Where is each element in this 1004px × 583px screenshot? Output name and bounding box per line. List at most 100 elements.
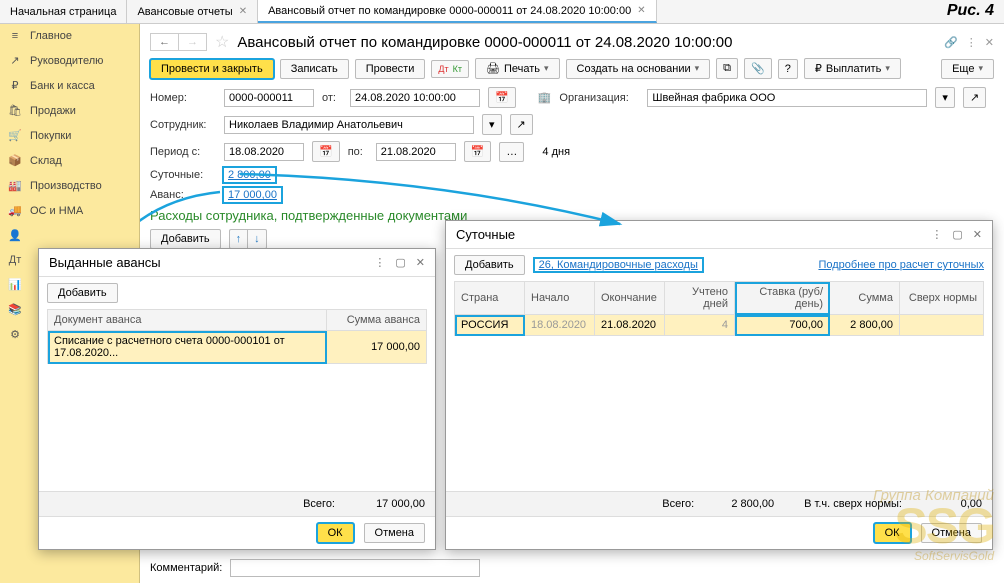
close-icon[interactable]: ✕: [637, 5, 645, 16]
advances-title: Выданные авансы: [49, 255, 161, 270]
advance-link[interactable]: 17 000,00: [224, 188, 281, 202]
maximize-icon[interactable]: ▢: [395, 256, 405, 269]
cancel-button[interactable]: Отмена: [364, 523, 425, 543]
menu-dots-icon[interactable]: ⋮: [931, 228, 942, 241]
dtkt-button[interactable]: ДтКт: [431, 60, 469, 78]
emp-open-button[interactable]: ↗: [510, 114, 533, 135]
star-icon[interactable]: ☆: [215, 32, 229, 52]
help-button[interactable]: ?: [778, 59, 798, 79]
menu-dots-icon[interactable]: ⋮: [374, 256, 385, 269]
period-from-input[interactable]: [224, 143, 304, 161]
org-open-button[interactable]: ↗: [963, 87, 986, 108]
sidebar-item-sales[interactable]: 🛍Продажи: [0, 98, 139, 123]
org-label: Организация:: [559, 92, 639, 104]
comment-label: Комментарий:: [150, 562, 222, 574]
page-title: Авансовый отчет по командировке 0000-000…: [237, 34, 732, 51]
close-icon[interactable]: ✕: [239, 6, 247, 17]
calendar-icon[interactable]: 📅: [488, 87, 516, 108]
nav-back[interactable]: ←: [151, 34, 178, 50]
perdiem-title: Суточные: [456, 227, 515, 242]
col-sum[interactable]: Сумма: [830, 282, 900, 315]
bars-icon: 📊: [8, 278, 22, 291]
nav-fwd[interactable]: →: [178, 34, 206, 50]
post-close-button[interactable]: Провести и закрыть: [150, 59, 274, 79]
perdiem-link[interactable]: 2 800,00: [224, 168, 275, 182]
ok-button[interactable]: ОК: [317, 523, 354, 543]
sidebar-item-stock[interactable]: 📦Склад: [0, 148, 139, 173]
col-days[interactable]: Учтено дней: [665, 282, 735, 315]
sidebar-item-assets[interactable]: 🚚ОС и НМА: [0, 198, 139, 223]
col-rate[interactable]: Ставка (руб/день): [735, 282, 830, 315]
tab-current-doc[interactable]: Авансовый отчет по командировке 0000-000…: [258, 0, 657, 23]
sidebar-item-bank[interactable]: ₽Банк и касса: [0, 73, 139, 98]
add-expense-button[interactable]: Добавить: [150, 229, 221, 249]
org-select-button[interactable]: ▾: [935, 87, 955, 108]
advances-popup: Выданные авансы ⋮ ▢ ✕ Добавить Документ …: [38, 248, 436, 550]
col-over[interactable]: Сверх нормы: [900, 282, 984, 315]
start-cell: 18.08.2020: [525, 315, 595, 336]
more-button[interactable]: Еще: [941, 59, 994, 79]
menu-dots-icon[interactable]: ⋮: [966, 36, 977, 49]
move-up-button[interactable]: ↑: [229, 229, 249, 249]
attach-button[interactable]: 📎: [744, 58, 772, 79]
days-cell: 4: [665, 315, 735, 336]
perdiem-table: Страна Начало Окончание Учтено дней Став…: [454, 281, 984, 336]
sidebar-item-production[interactable]: 🏭Производство: [0, 173, 139, 198]
account-link[interactable]: 26, Командировочные расходы: [533, 257, 704, 273]
sidebar-item-person[interactable]: 👤: [0, 223, 139, 248]
close-icon[interactable]: ✕: [985, 36, 994, 49]
col-sum[interactable]: Сумма аванса: [327, 310, 427, 331]
ok-button[interactable]: ОК: [874, 523, 911, 543]
total-label: Всего:: [662, 498, 694, 510]
post-button[interactable]: Провести: [355, 59, 426, 79]
total-value: 17 000,00: [345, 498, 425, 510]
tabs-bar: Начальная страница Авансовые отчеты ✕ Ав…: [0, 0, 1004, 24]
date-input[interactable]: [350, 89, 480, 107]
period-select-button[interactable]: …: [499, 142, 524, 162]
pay-button[interactable]: ₽ Выплатить: [804, 58, 901, 79]
person-icon: 👤: [8, 229, 22, 242]
org-input[interactable]: [647, 89, 927, 107]
calendar-icon[interactable]: 📅: [464, 141, 492, 162]
perdiem-label: Суточные:: [150, 169, 216, 181]
advance-sum-cell: 17 000,00: [327, 331, 427, 364]
advance-doc-cell[interactable]: Списание с расчетного счета 0000-000101 …: [48, 331, 327, 364]
related-button[interactable]: ⧉: [716, 58, 738, 79]
print-button[interactable]: 🖨 Печать: [475, 58, 560, 79]
perdiem-help-link[interactable]: Подробнее про расчет суточных: [818, 259, 984, 271]
col-start[interactable]: Начало: [525, 282, 595, 315]
cancel-button[interactable]: Отмена: [921, 523, 982, 543]
country-cell[interactable]: РОССИЯ: [455, 315, 525, 336]
period-to-input[interactable]: [376, 143, 456, 161]
rate-cell[interactable]: 700,00: [735, 315, 830, 336]
end-cell: 21.08.2020: [595, 315, 665, 336]
add-advance-button[interactable]: Добавить: [47, 283, 118, 303]
advance-label: Аванс:: [150, 189, 216, 201]
table-row[interactable]: РОССИЯ 18.08.2020 21.08.2020 4 700,00 2 …: [455, 315, 984, 336]
emp-input[interactable]: [224, 116, 474, 134]
table-row[interactable]: Списание с расчетного счета 0000-000101 …: [48, 331, 427, 364]
emp-select-button[interactable]: ▾: [482, 114, 502, 135]
box-icon: 📦: [8, 154, 22, 167]
sidebar-item-purchases[interactable]: 🛒Покупки: [0, 123, 139, 148]
col-doc[interactable]: Документ аванса: [48, 310, 327, 331]
add-perdiem-button[interactable]: Добавить: [454, 255, 525, 275]
sidebar-item-manager[interactable]: ↗Руководителю: [0, 48, 139, 73]
col-country[interactable]: Страна: [455, 282, 525, 315]
close-icon[interactable]: ✕: [973, 228, 982, 241]
maximize-icon[interactable]: ▢: [952, 228, 962, 241]
move-down-button[interactable]: ↓: [248, 229, 267, 249]
tab-advance-reports[interactable]: Авансовые отчеты ✕: [127, 0, 258, 23]
calendar-icon[interactable]: 📅: [312, 141, 340, 162]
save-button[interactable]: Записать: [280, 59, 349, 79]
create-based-button[interactable]: Создать на основании: [566, 59, 711, 79]
total-value: 2 800,00: [704, 498, 774, 510]
sidebar-item-main[interactable]: ≡Главное: [0, 24, 139, 48]
overnorm-label: В т.ч. сверх нормы:: [804, 498, 902, 510]
comment-input[interactable]: [230, 559, 480, 577]
link-icon[interactable]: 🔗: [944, 36, 958, 49]
col-end[interactable]: Окончание: [595, 282, 665, 315]
tab-home[interactable]: Начальная страница: [0, 0, 127, 23]
number-input[interactable]: [224, 89, 314, 107]
close-icon[interactable]: ✕: [416, 256, 425, 269]
